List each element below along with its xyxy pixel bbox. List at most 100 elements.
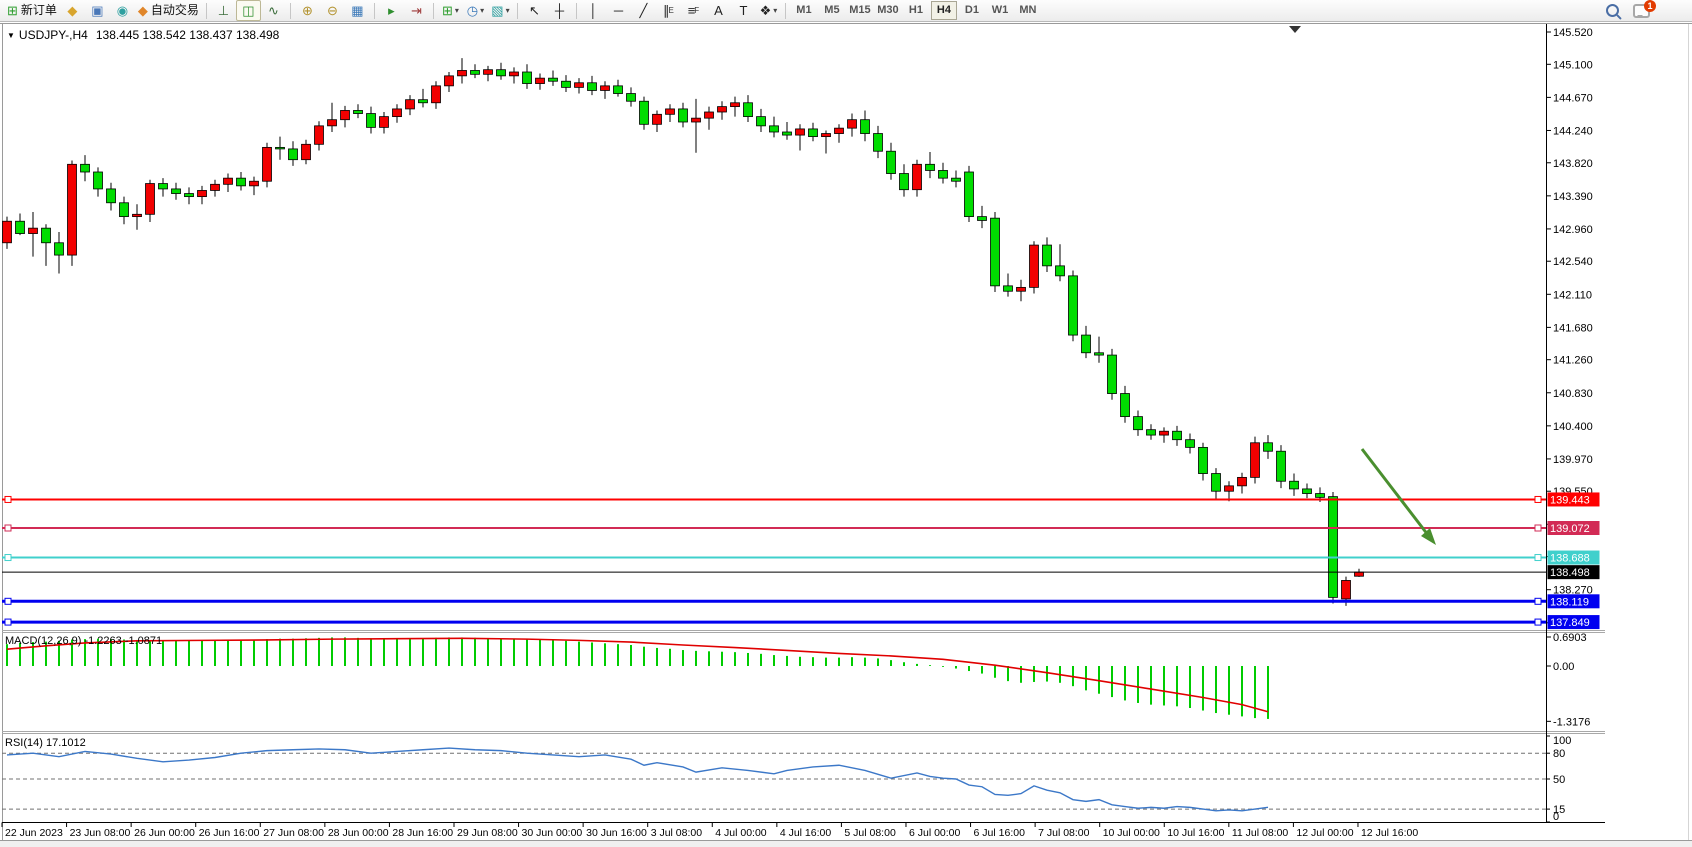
chevron-down-icon: ▾ — [773, 1, 777, 20]
svg-text:137.849: 137.849 — [1550, 617, 1590, 629]
bar-chart-button[interactable]: ⊥ — [211, 0, 236, 21]
periods-icon: ◷ — [467, 1, 478, 20]
text-button[interactable]: A — [706, 0, 731, 21]
chat-icon[interactable]: 1 — [1633, 4, 1650, 18]
line-anchor-handle[interactable] — [5, 525, 11, 531]
cursor-icon: ↖ — [529, 1, 540, 20]
styler-button[interactable]: ◆ — [60, 0, 85, 21]
horizontal-line-button[interactable]: ─ — [606, 0, 631, 21]
trendline-button[interactable]: ╱ — [631, 0, 656, 21]
toolbar-separator — [517, 3, 518, 19]
svg-text:6 Jul 00:00: 6 Jul 00:00 — [909, 827, 961, 839]
timeframe-button-h4[interactable]: H4 — [931, 1, 957, 20]
chart-canvas[interactable]: 145.520145.100144.670144.240143.820143.3… — [0, 22, 1692, 847]
tile-windows-button[interactable]: ▦ — [345, 0, 370, 21]
signals-icon: ◉ — [117, 1, 128, 20]
svg-text:145.520: 145.520 — [1553, 27, 1593, 39]
auto-scroll-button[interactable]: ▸ — [379, 0, 404, 21]
templates-icon: ▧ — [491, 1, 503, 20]
chart-window[interactable]: 145.520145.100144.670144.240143.820143.3… — [0, 22, 1692, 847]
line-anchor-handle[interactable] — [5, 619, 11, 625]
svg-text:145.100: 145.100 — [1553, 59, 1593, 71]
timeframe-button-m15[interactable]: M15 — [847, 1, 873, 20]
svg-text:10 Jul 00:00: 10 Jul 00:00 — [1103, 827, 1160, 839]
chevron-down-icon: ▾ — [506, 1, 510, 20]
timeframe-button-d1[interactable]: D1 — [959, 1, 985, 20]
timeframe-button-m5[interactable]: M5 — [819, 1, 845, 20]
vertical-line-button[interactable]: │ — [581, 0, 606, 21]
timeframe-button-mn[interactable]: MN — [1015, 1, 1041, 20]
svg-text:5 Jul 08:00: 5 Jul 08:00 — [844, 827, 896, 839]
svg-text:143.820: 143.820 — [1553, 158, 1593, 170]
window-bottom-strip — [0, 840, 1692, 847]
arrows-button[interactable]: ❖▾ — [756, 0, 781, 21]
timeframe-button-m30[interactable]: M30 — [875, 1, 901, 20]
svg-text:11 Jul 08:00: 11 Jul 08:00 — [1232, 827, 1289, 839]
svg-text:3 Jul 08:00: 3 Jul 08:00 — [651, 827, 703, 839]
search-icon[interactable] — [1606, 4, 1619, 17]
line-anchor-handle[interactable] — [5, 555, 11, 561]
svg-text:0: 0 — [1553, 811, 1559, 823]
svg-text:28 Jun 16:00: 28 Jun 16:00 — [392, 827, 453, 839]
equidistant-channel-button[interactable]: ∥E — [656, 0, 681, 21]
timeframe-button-m1[interactable]: M1 — [791, 1, 817, 20]
fibonacci-button[interactable]: ≡F — [681, 0, 706, 21]
chart-symbol-period: USDJPY-,H4 — [19, 28, 88, 42]
terminal-button[interactable]: ▣ — [85, 0, 110, 21]
zoom-in-button[interactable]: ⊕ — [295, 0, 320, 21]
svg-text:29 Jun 08:00: 29 Jun 08:00 — [457, 827, 518, 839]
autotrading-icon: ◆ — [138, 1, 148, 20]
svg-text:10 Jul 16:00: 10 Jul 16:00 — [1167, 827, 1224, 839]
timeframe-button-h1[interactable]: H1 — [903, 1, 929, 20]
chevron-down-icon: ▾ — [480, 1, 484, 20]
terminal-icon: ▣ — [91, 1, 103, 20]
indicators-button[interactable]: ⊞▾ — [438, 0, 463, 21]
crosshair-button[interactable]: ┼ — [547, 0, 572, 21]
text-label-icon: T — [739, 1, 747, 20]
chart-shift-icon: ⇥ — [411, 1, 422, 20]
notification-badge: 1 — [1644, 0, 1656, 12]
new-order-button[interactable]: ⊞新订单 — [4, 0, 60, 21]
text-label-button[interactable]: T — [731, 0, 756, 21]
indicators-icon: ⊞ — [442, 1, 453, 20]
svg-text:144.670: 144.670 — [1553, 92, 1593, 104]
icon-modifier-letter: E — [669, 1, 674, 20]
cursor-button[interactable]: ↖ — [522, 0, 547, 21]
timeframe-button-w1[interactable]: W1 — [987, 1, 1013, 20]
chart-shift-button[interactable]: ⇥ — [404, 0, 429, 21]
svg-text:138.498: 138.498 — [1550, 567, 1590, 579]
autotrading-button[interactable]: ◆自动交易 — [135, 0, 202, 21]
line-chart-button[interactable]: ∿ — [261, 0, 286, 21]
svg-text:26 Jun 16:00: 26 Jun 16:00 — [199, 827, 260, 839]
rsi-indicator-label: RSI(14) 17.1012 — [5, 737, 86, 749]
svg-text:23 Jun 08:00: 23 Jun 08:00 — [70, 827, 131, 839]
periods-button[interactable]: ◷▾ — [463, 0, 488, 21]
line-anchor-handle[interactable] — [1535, 555, 1541, 561]
line-anchor-handle[interactable] — [5, 598, 11, 604]
line-anchor-handle[interactable] — [1535, 598, 1541, 604]
trendline-icon: ╱ — [640, 1, 648, 20]
svg-text:22 Jun 2023: 22 Jun 2023 — [5, 827, 63, 839]
svg-text:138.119: 138.119 — [1550, 596, 1589, 608]
svg-text:139.072: 139.072 — [1550, 523, 1590, 535]
arrows-icon: ❖ — [760, 1, 772, 20]
svg-text:0.00: 0.00 — [1553, 661, 1574, 673]
svg-text:0.6903: 0.6903 — [1553, 632, 1587, 644]
text-icon: A — [714, 1, 723, 20]
chart-collapse-icon[interactable]: ▼ — [7, 31, 15, 40]
svg-text:27 Jun 08:00: 27 Jun 08:00 — [263, 827, 324, 839]
line-anchor-handle[interactable] — [1535, 525, 1541, 531]
signals-button[interactable]: ◉ — [110, 0, 135, 21]
templates-button[interactable]: ▧▾ — [488, 0, 513, 21]
candlestick-chart-button[interactable]: ◫ — [236, 0, 261, 21]
toolbar-separator — [290, 3, 291, 19]
line-anchor-handle[interactable] — [5, 496, 11, 502]
line-anchor-handle[interactable] — [1535, 496, 1541, 502]
line-anchor-handle[interactable] — [1535, 619, 1541, 625]
price-axis-label-139.443: 139.443 — [1548, 492, 1600, 506]
vertical-line-icon: │ — [589, 1, 597, 20]
svg-text:140.830: 140.830 — [1553, 388, 1593, 400]
svg-text:100: 100 — [1553, 735, 1571, 747]
zoom-out-button[interactable]: ⊖ — [320, 0, 345, 21]
svg-text:12 Jul 16:00: 12 Jul 16:00 — [1361, 827, 1418, 839]
